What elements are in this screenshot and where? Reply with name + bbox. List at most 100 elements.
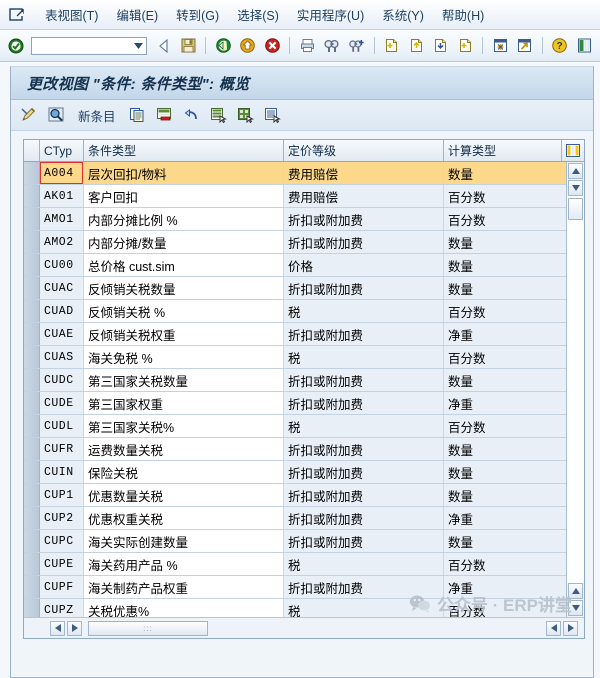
table-row[interactable]: AMO1 内部分摊比例 % 折扣或附加费 百分数 xyxy=(24,208,566,231)
row-select-handle[interactable] xyxy=(24,185,40,207)
cell-ctyp[interactable]: CUP2 xyxy=(40,507,84,529)
menu-item-help[interactable]: 帮助(H) xyxy=(433,3,493,26)
cell-condition-type[interactable]: 第三国家关税% xyxy=(84,415,284,437)
select-all-icon[interactable] xyxy=(233,103,258,127)
cell-pricing-level[interactable]: 折扣或附加费 xyxy=(284,208,444,230)
cell-calculation-type[interactable]: 数量 xyxy=(444,461,566,483)
shortcut-icon[interactable] xyxy=(513,34,537,58)
undo-icon[interactable] xyxy=(179,103,204,127)
cell-calculation-type[interactable]: 百分数 xyxy=(444,415,566,437)
cell-ctyp[interactable]: CUAS xyxy=(40,346,84,368)
horizontal-scrollbar[interactable]: ::: xyxy=(24,617,584,638)
row-select-handle[interactable] xyxy=(24,530,40,552)
cell-calculation-type[interactable]: 百分数 xyxy=(444,300,566,322)
table-row[interactable]: CUAC 反倾销关税数量 折扣或附加费 数量 xyxy=(24,277,566,300)
cell-condition-type[interactable]: 海关实际创建数量 xyxy=(84,530,284,552)
header-pricing-level[interactable]: 定价等级 xyxy=(284,140,444,161)
cell-ctyp[interactable]: CU00 xyxy=(40,254,84,276)
row-select-handle[interactable] xyxy=(24,576,40,598)
display-change-icon[interactable] xyxy=(17,103,42,127)
header-calculation-type[interactable]: 计算类型 xyxy=(444,140,561,161)
cell-pricing-level[interactable]: 折扣或附加费 xyxy=(284,438,444,460)
cell-condition-type[interactable]: 运费数量关税 xyxy=(84,438,284,460)
table-row[interactable]: CUIN 保险关税 折扣或附加费 数量 xyxy=(24,461,566,484)
cell-condition-type[interactable]: 海关药用产品 % xyxy=(84,553,284,575)
scroll-left-icon-right[interactable] xyxy=(546,620,561,636)
row-select-handle[interactable] xyxy=(24,599,40,617)
vertical-scroll-track[interactable] xyxy=(567,196,584,583)
next-page-icon[interactable] xyxy=(429,34,453,58)
exit-yellow-icon[interactable] xyxy=(236,34,260,58)
row-select-handle[interactable] xyxy=(24,553,40,575)
row-select-handle[interactable] xyxy=(24,162,40,184)
menu-item-utilities[interactable]: 实用程序(U) xyxy=(288,3,373,26)
command-input[interactable] xyxy=(31,37,132,54)
table-row[interactable]: CUP2 优惠权重关税 折扣或附加费 净重 xyxy=(24,507,566,530)
cell-ctyp[interactable]: AMO1 xyxy=(40,208,84,230)
deselect-all-icon[interactable] xyxy=(260,103,285,127)
cancel-red-icon[interactable] xyxy=(261,34,285,58)
row-select-handle[interactable] xyxy=(24,231,40,253)
cell-calculation-type[interactable]: 百分数 xyxy=(444,346,566,368)
cell-calculation-type[interactable]: 百分数 xyxy=(444,185,566,207)
select-all-magnifier-icon[interactable] xyxy=(44,103,69,127)
header-ctyp[interactable]: CTyp xyxy=(40,140,84,161)
exit-green-icon[interactable] xyxy=(211,34,235,58)
row-select-handle[interactable] xyxy=(24,438,40,460)
table-row[interactable]: CUDC 第三国家关税数量 折扣或附加费 数量 xyxy=(24,369,566,392)
back-arrow-icon[interactable] xyxy=(152,34,176,58)
cell-pricing-level[interactable]: 折扣或附加费 xyxy=(284,392,444,414)
cell-pricing-level[interactable]: 折扣或附加费 xyxy=(284,277,444,299)
cell-condition-type[interactable]: 反倾销关税 % xyxy=(84,300,284,322)
cell-calculation-type[interactable]: 百分数 xyxy=(444,208,566,230)
find-icon[interactable] xyxy=(320,34,344,58)
table-row[interactable]: AK01 客户回扣 费用赔偿 百分数 xyxy=(24,185,566,208)
row-select-handle[interactable] xyxy=(24,300,40,322)
cell-ctyp[interactable]: A004 xyxy=(40,162,84,184)
scroll-down-icon[interactable] xyxy=(568,180,583,196)
row-select-handle[interactable] xyxy=(24,323,40,345)
cell-condition-type[interactable]: 关税优惠% xyxy=(84,599,284,617)
row-select-handle[interactable] xyxy=(24,369,40,391)
table-row[interactable]: CUAE 反倾销关税权重 折扣或附加费 净重 xyxy=(24,323,566,346)
cell-ctyp[interactable]: AK01 xyxy=(40,185,84,207)
customize-icon[interactable] xyxy=(572,34,596,58)
scroll-left-icon[interactable] xyxy=(50,620,65,636)
cell-condition-type[interactable]: 内部分摊比例 % xyxy=(84,208,284,230)
cell-calculation-type[interactable]: 数量 xyxy=(444,231,566,253)
scroll-up-icon[interactable] xyxy=(568,163,583,179)
vertical-scrollbar[interactable] xyxy=(566,162,584,617)
menu-item-goto[interactable]: 转到(G) xyxy=(167,3,228,26)
table-row[interactable]: CUPZ 关税优惠% 税百分数 xyxy=(24,599,566,617)
header-select-all-cell[interactable] xyxy=(24,140,40,161)
cell-calculation-type[interactable]: 净重 xyxy=(444,323,566,345)
cell-ctyp[interactable]: CUAE xyxy=(40,323,84,345)
row-select-handle[interactable] xyxy=(24,415,40,437)
cell-condition-type[interactable]: 客户回扣 xyxy=(84,185,284,207)
system-menu-icon[interactable] xyxy=(6,6,28,24)
print-icon[interactable] xyxy=(295,34,319,58)
cell-pricing-level[interactable]: 税 xyxy=(284,300,444,322)
command-field[interactable] xyxy=(30,36,148,55)
scroll-page-up-icon[interactable] xyxy=(568,583,583,599)
cell-calculation-type[interactable]: 数量 xyxy=(444,484,566,506)
cell-condition-type[interactable]: 优惠数量关税 xyxy=(84,484,284,506)
previous-page-icon[interactable] xyxy=(404,34,428,58)
table-row[interactable]: CUPC 海关实际创建数量 折扣或附加费 数量 xyxy=(24,530,566,553)
menu-item-system[interactable]: 系统(Y) xyxy=(373,3,433,26)
vertical-scroll-thumb[interactable] xyxy=(568,198,583,220)
cell-ctyp[interactable]: CUPF xyxy=(40,576,84,598)
cell-pricing-level[interactable]: 费用赔偿 xyxy=(284,185,444,207)
table-row[interactable]: CUDE 第三国家权重 折扣或附加费 净重 xyxy=(24,392,566,415)
cell-pricing-level[interactable]: 税 xyxy=(284,553,444,575)
menu-item-selection[interactable]: 选择(S) xyxy=(228,3,288,26)
menu-item-edit[interactable]: 编辑(E) xyxy=(107,3,167,26)
cell-pricing-level[interactable]: 折扣或附加费 xyxy=(284,231,444,253)
copy-icon[interactable] xyxy=(125,103,150,127)
menu-item-table-view[interactable]: 表视图(T) xyxy=(36,3,107,26)
save-disk-icon[interactable] xyxy=(177,34,201,58)
cell-condition-type[interactable]: 保险关税 xyxy=(84,461,284,483)
cell-pricing-level[interactable]: 折扣或附加费 xyxy=(284,461,444,483)
find-next-icon[interactable] xyxy=(345,34,369,58)
cell-condition-type[interactable]: 反倾销关税权重 xyxy=(84,323,284,345)
